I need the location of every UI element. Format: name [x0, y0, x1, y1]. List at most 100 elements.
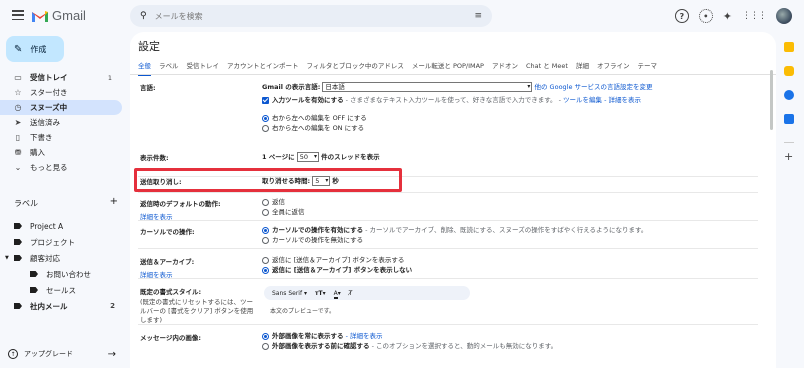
sidebar-item-sent[interactable]: ➤ 送信済み — [0, 115, 122, 130]
rtl-off-radio[interactable] — [262, 114, 269, 122]
caret-down-icon[interactable]: ▼ — [5, 255, 9, 261]
select-value: 日本語 — [325, 83, 345, 91]
top-bar: Gmail ⚲ ≡ ? • ✦ ⋮⋮⋮ — [0, 0, 804, 32]
label-item-customer[interactable]: ▼ 顧客対応 — [0, 250, 125, 266]
setting-label: 表示件数: — [140, 154, 169, 162]
add-label-button[interactable]: + — [110, 197, 118, 209]
style-preview[interactable]: 本文のプレビューです。 — [270, 306, 470, 315]
unread-count: 1 — [107, 73, 112, 82]
language-settings-link[interactable]: 他の Google サービスの言語設定を変更 — [534, 83, 652, 91]
images-ask-label: 外部画像を表示する前に確認する — [272, 342, 370, 350]
reply-all-radio[interactable] — [262, 208, 269, 216]
clock-icon: ◷ — [14, 103, 22, 112]
select-value: 50 — [299, 153, 309, 161]
cursor-disable-radio[interactable] — [262, 236, 269, 244]
help-icon[interactable]: ? — [674, 9, 689, 23]
cursor-enable-label: カーソルでの操作を有効にする — [272, 226, 364, 234]
arrow-right-icon: → — [107, 348, 116, 360]
upgrade-icon: ↑ — [8, 349, 18, 359]
sidebar-item-starred[interactable]: ☆ スター付き — [0, 85, 122, 100]
sidebar-item-purchases[interactable]: ⛃ 購入 — [0, 145, 122, 160]
label-tag-icon — [14, 223, 22, 229]
label-name: 社内メール — [30, 301, 68, 311]
inbox-icon: ▭ — [14, 73, 22, 82]
search-bar[interactable]: ⚲ ≡ — [130, 5, 492, 27]
contacts-icon[interactable] — [784, 114, 794, 124]
sidebar-nav: ▭ 受信トレイ 1 ☆ スター付き ◷ スヌーズ中 ➤ 送信済み ▯ 下書き ⛃ 購入 ⌄ もっ… — [0, 70, 125, 175]
search-icon[interactable]: ⚲ — [140, 11, 147, 21]
label-tag-icon — [30, 287, 38, 293]
images-ask-desc: - このオプションを選択すると、動的メールも無効になります。 — [369, 342, 558, 350]
divider — [138, 220, 758, 221]
edit-tools-link[interactable]: ツールを編集 - 詳細を表示 — [563, 96, 641, 104]
send-archive-show-label: 返信に [送信＆アーカイブ] ボタンを表示する — [272, 256, 405, 264]
scrollbar[interactable] — [770, 70, 773, 130]
divider — [138, 278, 758, 279]
search-options-icon[interactable]: ≡ — [474, 11, 482, 21]
gmail-logo[interactable]: Gmail — [32, 8, 86, 23]
calendar-icon[interactable] — [784, 42, 794, 52]
avatar[interactable] — [776, 8, 792, 24]
setting-note: (既定の書式にリセットするには、ツールバーの [書式をクリア] ボタンを使用しま… — [140, 298, 254, 325]
keep-icon[interactable] — [784, 66, 794, 76]
label-tag-icon — [14, 303, 22, 309]
labels-heading: ラベル — [14, 199, 38, 208]
cursor-enable-radio[interactable] — [262, 226, 269, 234]
reply-radio[interactable] — [262, 198, 269, 206]
sidebar-item-label: もっと見る — [30, 163, 68, 172]
sidebar-item-label: スヌーズ中 — [30, 103, 68, 112]
chevron-down-icon: ⌄ — [14, 163, 22, 172]
label-item-inquiry[interactable]: お問い合わせ — [0, 266, 125, 282]
reply-label: 返信 — [272, 198, 285, 206]
images-ask-radio[interactable] — [262, 342, 269, 350]
text-size-icon[interactable]: тT▾ — [315, 290, 326, 297]
page-size-select[interactable]: 50 — [296, 152, 320, 162]
clear-formatting-icon[interactable]: T̸ — [349, 290, 353, 297]
display-language-label: Gmail の表示言語: — [262, 83, 321, 91]
text-color-icon[interactable]: A▾ — [333, 289, 341, 299]
sidebar-item-snoozed[interactable]: ◷ スヌーズ中 — [0, 100, 122, 115]
pencil-icon: ✎ — [14, 43, 23, 55]
send-icon: ➤ — [14, 118, 22, 127]
setting-label: 言語: — [140, 84, 156, 92]
input-tools-checkbox[interactable] — [262, 96, 269, 104]
label-item-sales[interactable]: セールス — [0, 282, 125, 298]
gemini-icon[interactable]: ✦ — [723, 10, 732, 23]
label-name: お問い合わせ — [46, 269, 91, 279]
images-always-radio[interactable] — [262, 332, 269, 340]
add-addon-icon[interactable]: + — [784, 150, 793, 163]
page-size-prefix: 1 ページに — [262, 153, 295, 161]
search-input[interactable] — [154, 11, 467, 21]
upgrade-button[interactable]: ↑ アップグレード → — [8, 346, 116, 362]
cursor-enable-desc: - カーソルでアーカイブ、削除、既読にする、スヌーズの操作をすばやく行えるように… — [363, 226, 648, 234]
tasks-icon[interactable] — [784, 90, 794, 100]
sidebar-item-more[interactable]: ⌄ もっと見る — [0, 160, 122, 175]
learn-more-link[interactable]: - 詳細を表示 — [344, 332, 383, 340]
main-menu-icon[interactable] — [12, 10, 24, 20]
label-tag-icon — [14, 255, 22, 261]
sidebar-item-drafts[interactable]: ▯ 下書き — [0, 130, 122, 145]
divider — [138, 248, 758, 249]
send-archive-hide-radio[interactable] — [262, 266, 269, 274]
sidebar-item-inbox[interactable]: ▭ 受信トレイ 1 — [0, 70, 122, 85]
label-item-project[interactable]: プロジェクト — [0, 234, 125, 250]
gear-icon[interactable]: • — [698, 9, 713, 23]
apps-icon[interactable]: ⋮⋮⋮ — [742, 11, 767, 21]
label-item-internal[interactable]: 社内メール 2 — [0, 298, 125, 314]
font-family-value: Sans Serif — [272, 289, 303, 297]
rtl-on-radio[interactable] — [262, 124, 269, 132]
send-archive-show-radio[interactable] — [262, 256, 269, 264]
label-item-project-a[interactable]: Project A — [0, 218, 125, 234]
setting-label: 既定の書式スタイル: — [140, 288, 202, 296]
images-always-label: 外部画像を常に表示する — [272, 332, 344, 340]
side-panel: + — [776, 32, 804, 368]
compose-button[interactable]: ✎ 作成 — [6, 36, 64, 62]
compose-label: 作成 — [30, 44, 47, 54]
gmail-m-icon — [32, 10, 48, 22]
sidebar-item-label: スター付き — [30, 88, 68, 97]
display-language-select[interactable]: 日本語 — [322, 82, 533, 92]
bag-icon: ⛃ — [14, 148, 22, 157]
font-family-select[interactable]: Sans Serif ▾ — [272, 290, 307, 297]
setting-label: カーソルでの操作: — [140, 228, 195, 236]
sidebar-item-label: 購入 — [30, 148, 45, 157]
